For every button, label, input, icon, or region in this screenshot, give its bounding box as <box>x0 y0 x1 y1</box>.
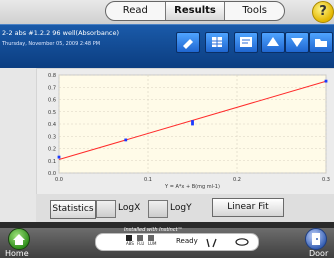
down-arrow-icon <box>291 38 303 47</box>
chart-panel: 0.0 0.1 0.2 0.3 0.4 0.5 0.6 0.7 0.8 0.0 0.1 0.2 0.3 Y… <box>36 68 334 196</box>
plate-title: 2-2 abs #1.2.2 96 well(Absorbance) <box>2 29 120 37</box>
data-point <box>324 79 328 83</box>
move-down-button[interactable] <box>285 32 309 53</box>
data-point <box>191 122 194 126</box>
home-button[interactable] <box>8 228 30 250</box>
help-icon[interactable]: ? <box>312 1 334 23</box>
x-tick-label: 0.3 <box>322 177 330 183</box>
y-tick-label: 0.5 <box>48 110 56 116</box>
x-axis-label: Y = A*x + B(mg ml-1) <box>164 184 220 190</box>
folder-button[interactable] <box>309 32 333 53</box>
lum-indicator: LUM <box>148 235 156 246</box>
tab-read[interactable]: Read <box>106 2 165 20</box>
door-icon <box>312 233 320 245</box>
abs-indicator: ABS <box>126 235 134 246</box>
home-icon <box>13 234 25 245</box>
top-tab-bar: Read Results Tools ? <box>0 0 334 24</box>
ready-status: Ready <box>176 237 198 245</box>
tab-tools[interactable]: Tools <box>225 2 284 20</box>
y-tick-label: 0.8 <box>48 73 56 79</box>
logx-checkbox[interactable] <box>96 200 116 218</box>
tab-results[interactable]: Results <box>164 2 226 20</box>
data-point <box>191 120 194 123</box>
left-side-strip <box>0 68 37 228</box>
y-tick-label: 0.2 <box>48 147 56 153</box>
y-tick-label: 0.1 <box>48 159 56 165</box>
report-icon <box>240 37 252 47</box>
x-tick-label: 0.0 <box>55 177 63 183</box>
report-button[interactable] <box>234 32 258 53</box>
folder-icon <box>315 39 327 47</box>
timestamp: Thursday, November 05, 2009 2:48 PM <box>2 41 101 47</box>
header-bar: 2-2 abs #1.2.2 96 well(Absorbance) Thurs… <box>0 24 334 69</box>
sample-icon <box>235 238 249 246</box>
chart-controls: Statistics LogX LogY Linear Fit <box>36 194 334 222</box>
up-arrow-icon <box>267 37 279 46</box>
y-tick-label: 0.4 <box>48 122 56 128</box>
home-label: Home <box>5 249 29 258</box>
edit-button[interactable] <box>176 32 200 53</box>
table-button[interactable] <box>205 32 229 53</box>
y-tick-label: 0.7 <box>48 85 56 91</box>
logy-label: LogY <box>170 203 192 213</box>
data-point <box>124 138 128 142</box>
flu-indicator: FLU <box>137 235 144 246</box>
main-tab-group: Read Results Tools <box>105 1 285 21</box>
logy-checkbox[interactable] <box>148 200 168 218</box>
statistics-button[interactable]: Statistics <box>50 200 96 219</box>
edit-icon <box>183 39 193 49</box>
door-button[interactable] <box>305 228 327 250</box>
table-icon <box>212 37 222 47</box>
app-window: Read Results Tools ? 2-2 abs #1.2.2 96 w… <box>0 0 334 258</box>
linear-fit-button[interactable]: Linear Fit <box>212 198 284 217</box>
y-tick-label: 0.3 <box>48 134 56 140</box>
logx-label: LogX <box>118 203 141 213</box>
plate-icon <box>206 238 217 248</box>
status-panel: ABS FLU LUM Ready <box>95 233 259 251</box>
y-tick-label: 0.6 <box>48 98 56 104</box>
x-tick-label: 0.1 <box>144 177 152 183</box>
x-tick-label: 0.2 <box>233 177 241 183</box>
move-up-button[interactable] <box>261 32 285 53</box>
door-label: Door <box>309 249 329 258</box>
data-point <box>57 155 61 159</box>
scatter-chart: 0.00.10.20.30.40.50.60.70.80.0 0.1 0.2 0.3Y… <box>48 73 330 190</box>
